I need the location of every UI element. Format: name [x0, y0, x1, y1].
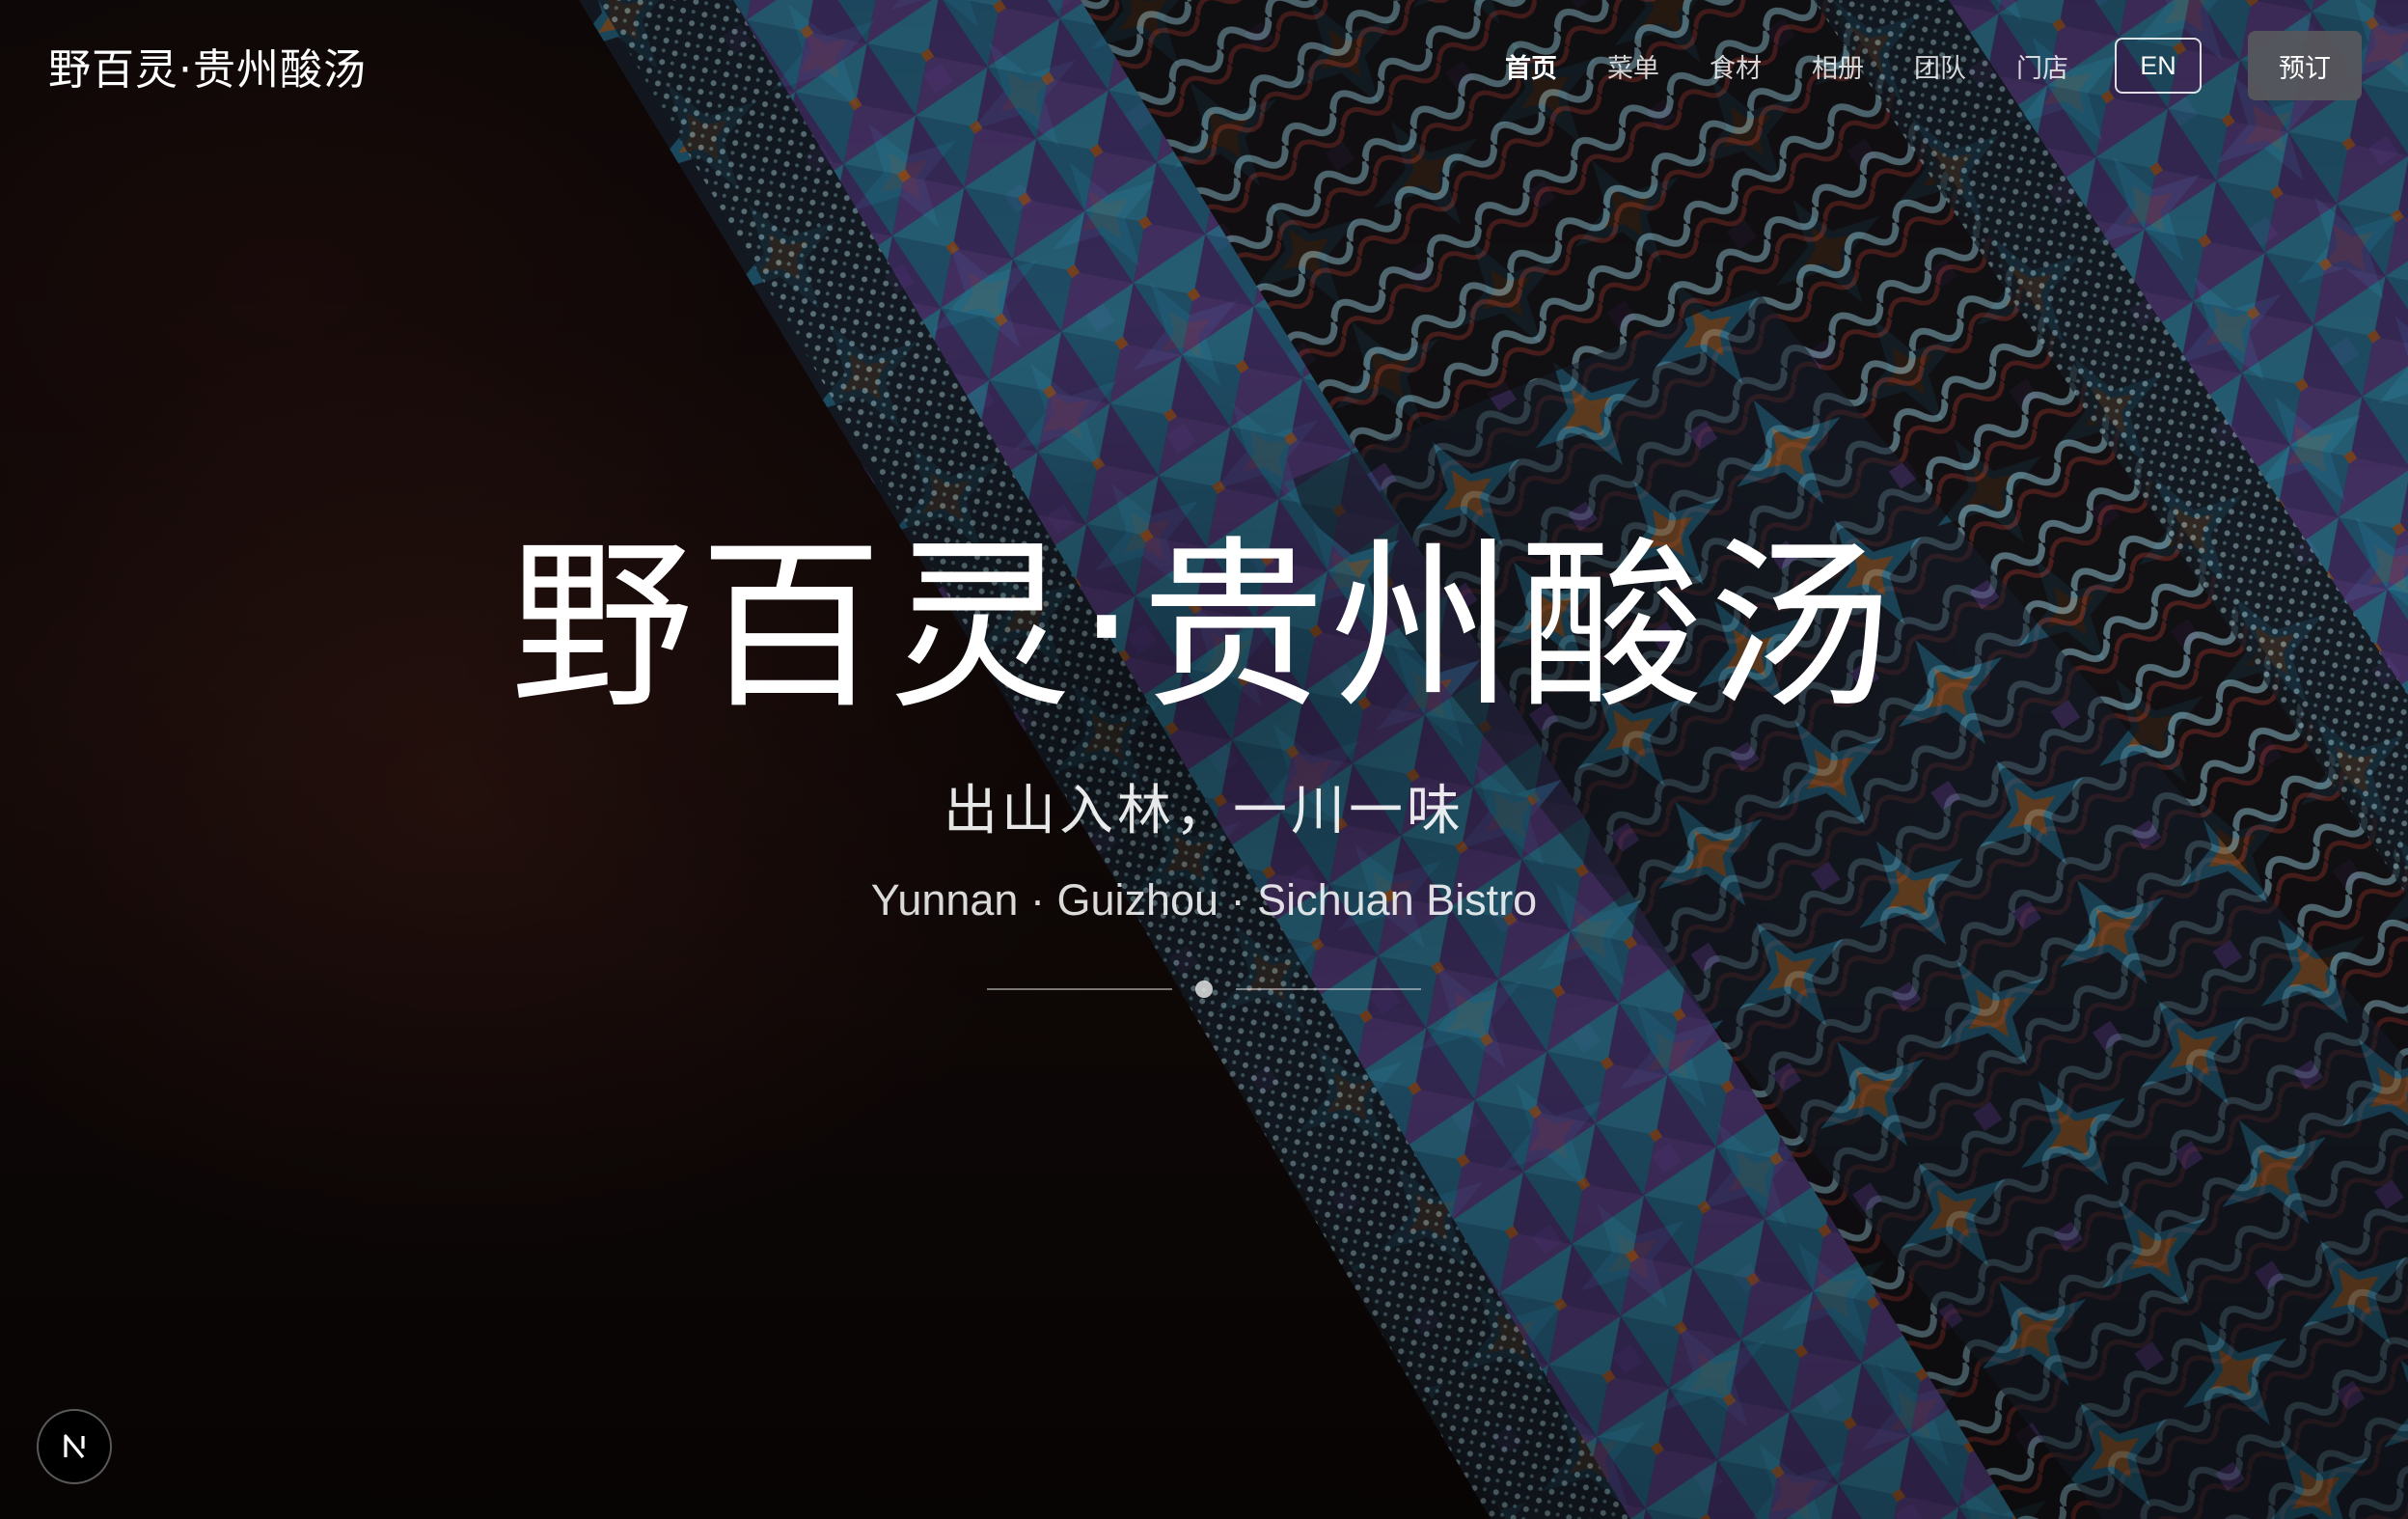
nav-team[interactable]: 团队	[1914, 47, 1966, 85]
hero-title: 野百灵·贵州酸汤	[509, 520, 1899, 733]
divider-line-left	[987, 988, 1172, 990]
nav-ingredients[interactable]: 食材	[1710, 47, 1762, 85]
hero-subtitle: 出山入林，一川一味	[944, 780, 1464, 842]
main-nav: 首页 菜单 食材 相册 团队 门店 EN 预订	[1455, 31, 2362, 100]
n-logo-icon	[64, 1434, 85, 1459]
nav-stores[interactable]: 门店	[2016, 47, 2068, 85]
nav-home[interactable]: 首页	[1505, 47, 1557, 85]
nav-gallery[interactable]: 相册	[1812, 47, 1864, 85]
hero-section: 野百灵·贵州酸汤 出山入林，一川一味 Yunnan · Guizhou · Si…	[0, 521, 2408, 1000]
divider-line-right	[1236, 988, 1421, 990]
n-logo-button[interactable]	[37, 1409, 112, 1484]
brand-logo[interactable]: 野百灵·贵州酸汤	[48, 35, 367, 97]
reserve-button[interactable]: 预订	[2248, 31, 2362, 100]
site-header: 野百灵·贵州酸汤 首页 菜单 食材 相册 团队 门店 EN 预订	[0, 0, 2408, 131]
hero-tagline: Yunnan · Guizhou · Sichuan Bistro	[870, 875, 1538, 925]
language-toggle-button[interactable]: EN	[2115, 38, 2202, 94]
carousel-dot-active[interactable]	[1195, 980, 1213, 998]
carousel-indicator	[987, 979, 1421, 1000]
nav-menu[interactable]: 菜单	[1607, 47, 1659, 85]
